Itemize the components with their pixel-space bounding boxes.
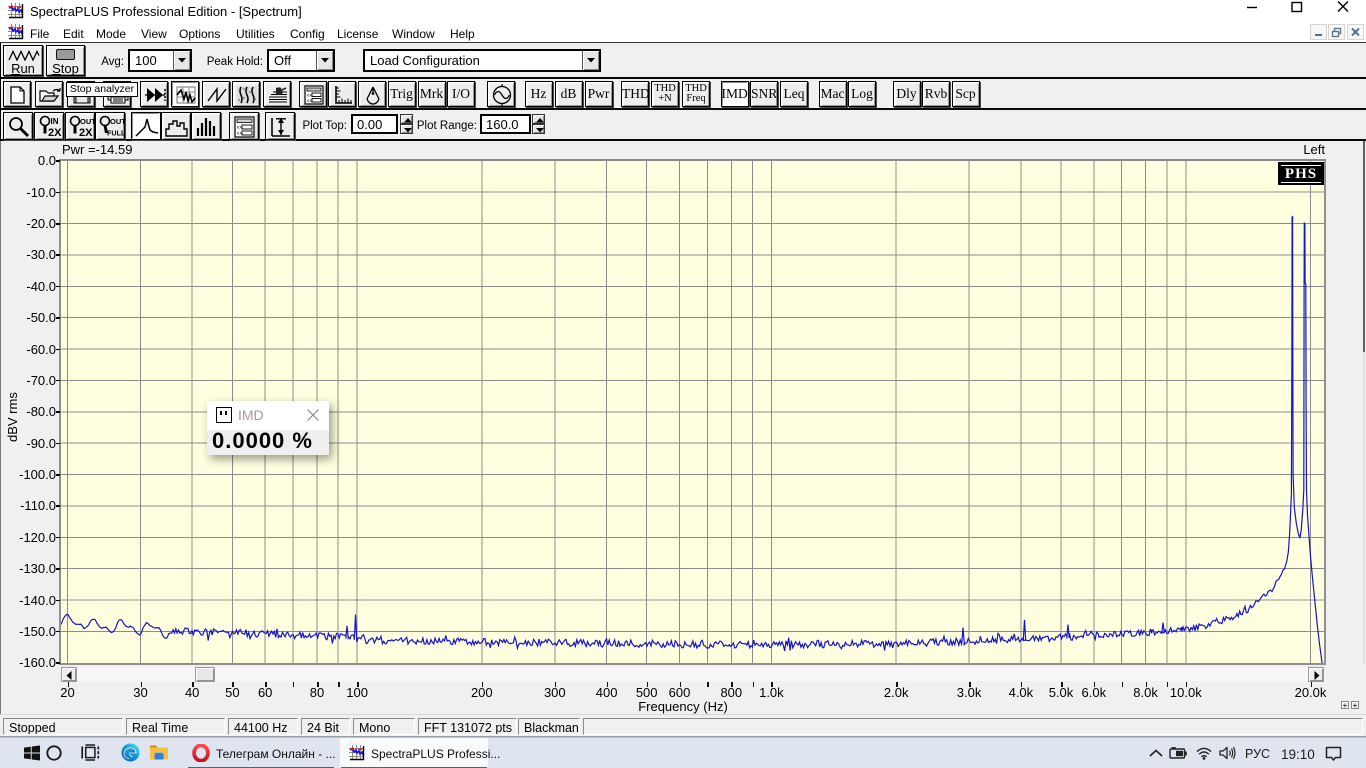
svg-text:xx: xx <box>306 99 312 104</box>
svg-text:xx: xx <box>306 93 312 98</box>
svg-text:OUT: OUT <box>110 117 126 126</box>
svg-text:xx: xx <box>237 125 243 130</box>
svg-text:IN: IN <box>51 117 59 126</box>
svg-text:2X: 2X <box>79 127 93 139</box>
svg-text:OUT: OUT <box>80 117 96 126</box>
svg-text:xx: xx <box>237 131 243 136</box>
svg-text:2X: 2X <box>48 127 62 139</box>
svg-text:FULL: FULL <box>107 128 126 137</box>
